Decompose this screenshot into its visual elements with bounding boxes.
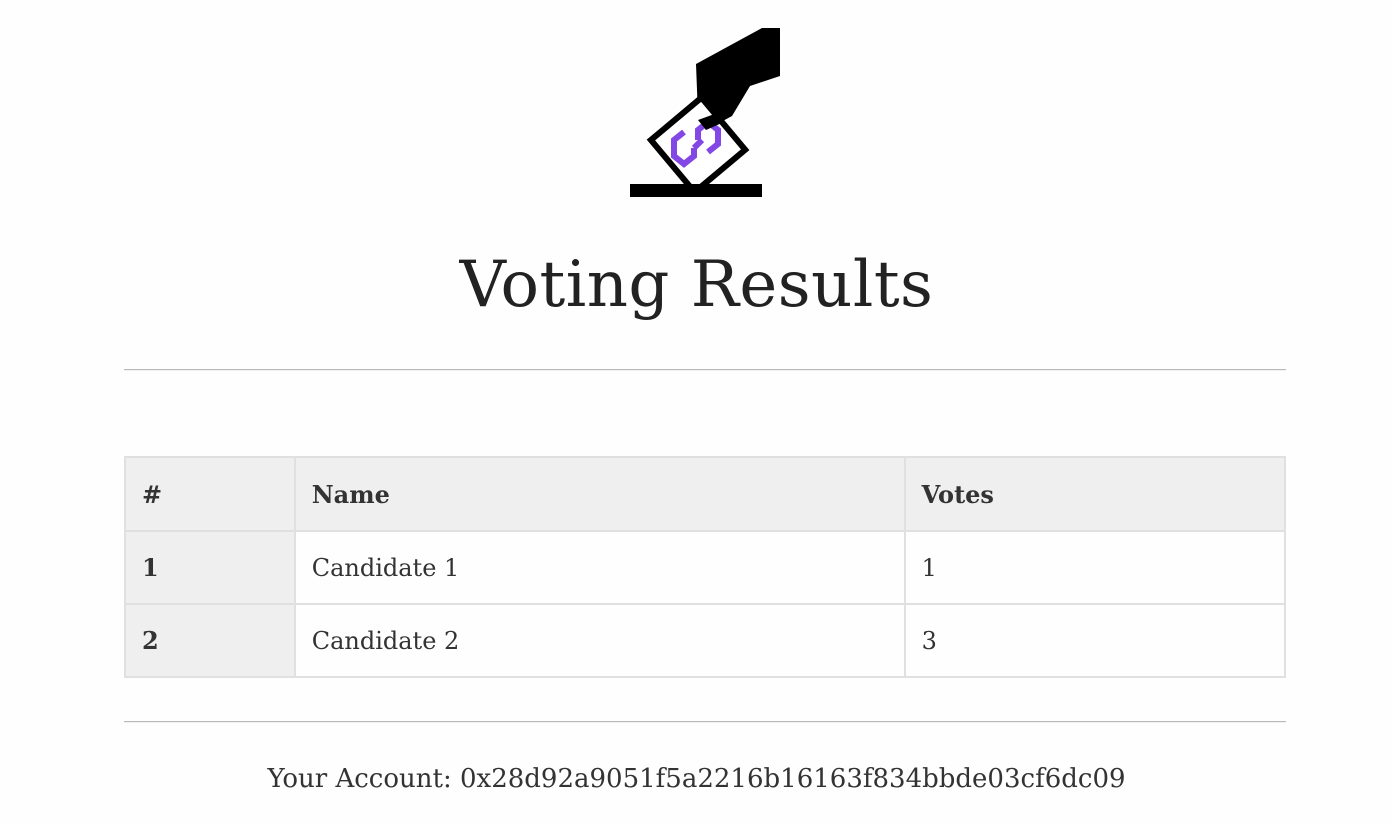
column-header-votes: Votes <box>903 456 1287 532</box>
results-table: # Name Votes 1 Candidate 1 1 2 Candidate… <box>124 456 1287 678</box>
vote-count: 3 <box>903 603 1287 678</box>
ballot-box-hand-icon <box>624 24 786 202</box>
vote-count: 1 <box>903 530 1287 605</box>
table-row: 1 Candidate 1 1 <box>124 530 1287 605</box>
column-header-name: Name <box>293 456 906 532</box>
candidate-name: Candidate 1 <box>293 530 906 605</box>
account-info: Your Account: 0x28d92a9051f5a2216b16163f… <box>0 764 1393 794</box>
account-label: Your Account: <box>267 764 460 794</box>
row-index: 1 <box>124 530 296 605</box>
table-header-row: # Name Votes <box>124 456 1287 532</box>
bottom-divider <box>124 721 1286 723</box>
account-address: 0x28d92a9051f5a2216b16163f834bbde03cf6dc… <box>459 764 1126 794</box>
page-title: Voting Results <box>459 248 934 322</box>
row-index: 2 <box>124 603 296 678</box>
candidate-name: Candidate 2 <box>293 603 906 678</box>
column-header-index: # <box>124 456 296 532</box>
top-divider <box>124 369 1286 371</box>
table-row: 2 Candidate 2 3 <box>124 603 1287 678</box>
